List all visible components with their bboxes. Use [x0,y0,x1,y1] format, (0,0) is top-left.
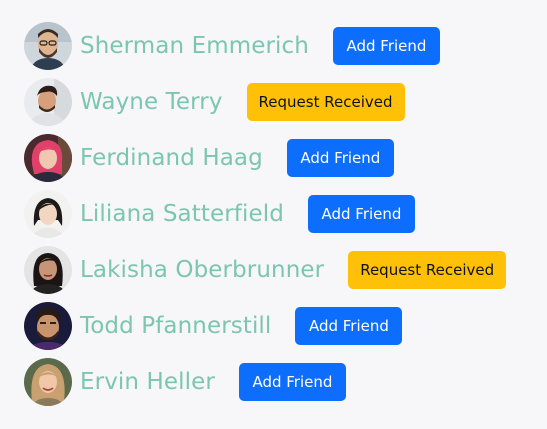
friend-name: Ferdinand Haag [80,145,263,171]
friend-row: Wayne Terry Request Received [24,74,534,130]
add-friend-button[interactable]: Add Friend [307,195,415,233]
avatar [24,302,72,350]
add-friend-button[interactable]: Add Friend [295,307,403,345]
friend-row: Liliana Satterfield Add Friend [24,186,534,242]
friend-row: Ferdinand Haag Add Friend [24,130,534,186]
avatar [24,22,72,70]
friend-name: Todd Pfannerstill [80,313,272,339]
add-friend-button[interactable]: Add Friend [238,363,346,401]
friend-row: Lakisha Oberbrunner Request Received [24,242,534,298]
friend-list: Sherman Emmerich Add Friend Wayne Terry … [24,18,534,410]
avatar [24,78,72,126]
friend-row: Ervin Heller Add Friend [24,354,534,410]
friend-name: Lakisha Oberbrunner [80,257,325,283]
avatar [24,134,72,182]
request-received-button[interactable]: Request Received [348,251,507,289]
friend-row: Todd Pfannerstill Add Friend [24,298,534,354]
friend-name: Liliana Satterfield [80,201,284,227]
avatar [24,358,72,406]
avatar [24,190,72,238]
friend-row: Sherman Emmerich Add Friend [24,18,534,74]
add-friend-button[interactable]: Add Friend [332,27,440,65]
request-received-button[interactable]: Request Received [246,83,405,121]
friend-name: Sherman Emmerich [80,33,309,59]
friend-name: Wayne Terry [80,89,223,115]
avatar [24,246,72,294]
add-friend-button[interactable]: Add Friend [286,139,394,177]
friend-name: Ervin Heller [80,369,215,395]
